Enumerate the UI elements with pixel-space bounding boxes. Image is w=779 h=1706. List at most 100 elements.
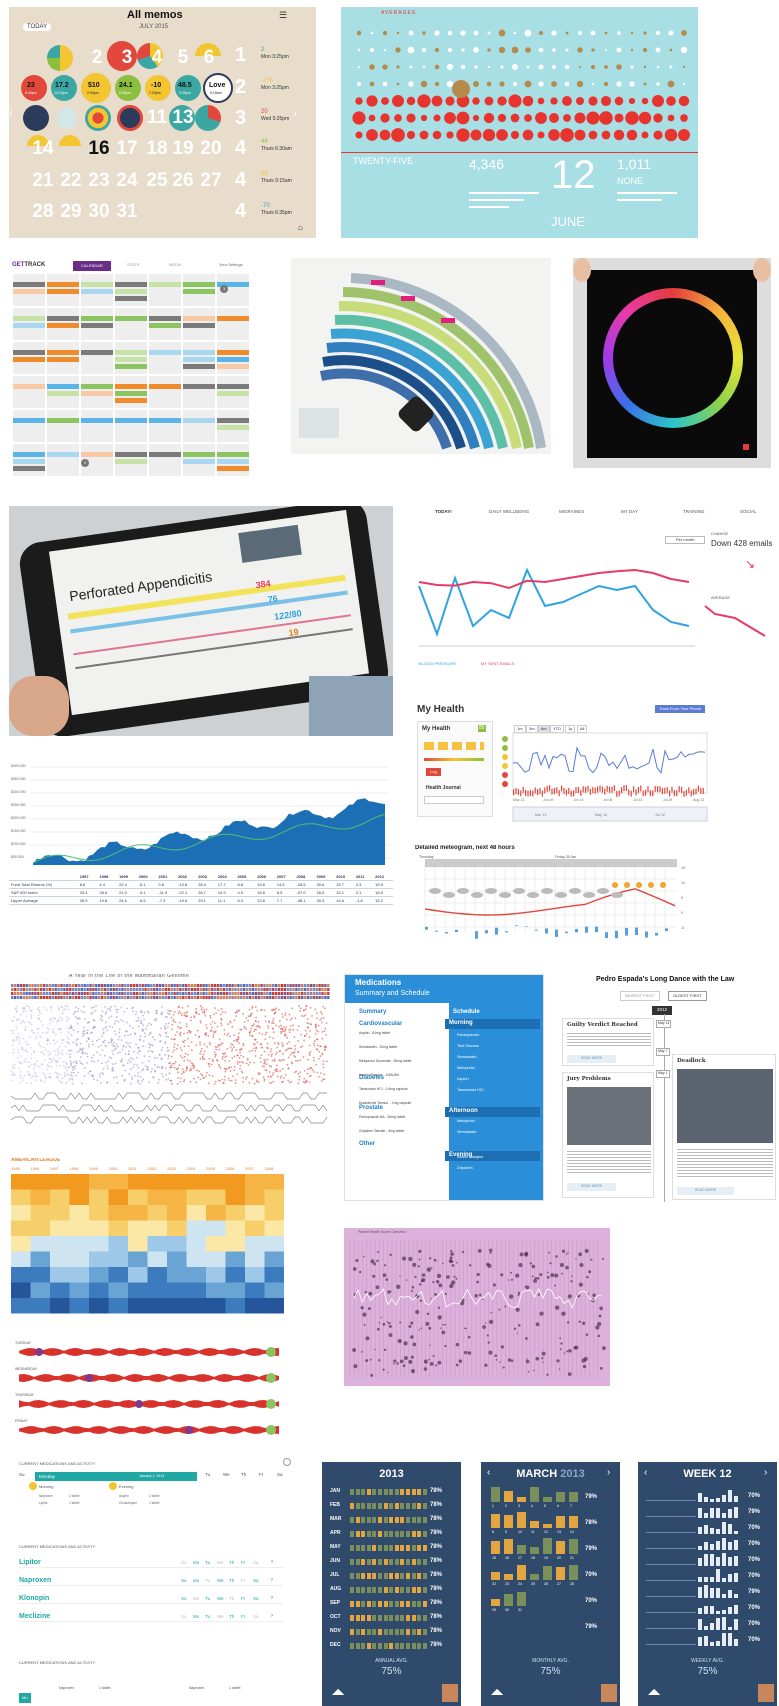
day-toggle[interactable]: Sa <box>253 1596 259 1601</box>
day-number[interactable]: 17 <box>518 1556 522 1560</box>
med-name[interactable]: Meclizine <box>19 1613 50 1620</box>
day-number[interactable]: 22 <box>492 1582 496 1586</box>
home-icon[interactable]: ⌂ <box>298 224 303 232</box>
day-number[interactable]: 26 <box>544 1582 548 1586</box>
day-number[interactable]: 4 <box>531 1504 533 1508</box>
med-name[interactable]: Klonopin <box>19 1595 49 1602</box>
sort-oldest[interactable]: OLDEST FIRST <box>668 991 707 1001</box>
day-number[interactable]: 3 <box>518 1504 520 1508</box>
day-number[interactable]: 10 <box>518 1530 522 1534</box>
day-toggle[interactable]: Mo <box>193 1578 199 1583</box>
share-icon[interactable]: ◢◣ <box>648 1688 660 1696</box>
day-toggle[interactable]: We <box>217 1578 224 1583</box>
day-marker-ring[interactable] <box>117 105 143 131</box>
day-number[interactable]: 18 <box>143 138 171 160</box>
day-number[interactable]: 17 <box>113 138 141 160</box>
sort-newest[interactable]: NEWEST FIRST <box>620 991 660 1001</box>
day-number[interactable]: 12 <box>544 1530 548 1534</box>
day-number[interactable]: 27 <box>557 1582 561 1586</box>
day-number[interactable]: 29 <box>57 201 85 223</box>
day-toggle[interactable]: Sa <box>253 1560 259 1565</box>
day-toggle[interactable]: Th <box>229 1578 234 1583</box>
day-number[interactable]: 2 <box>83 47 111 69</box>
day-toggle[interactable]: Tu <box>205 1560 210 1565</box>
day-number[interactable]: 6 <box>195 47 223 69</box>
day-toggle[interactable]: Sa <box>253 1614 259 1619</box>
day-toggle[interactable]: Su <box>181 1596 187 1601</box>
day-number[interactable]: 6 <box>557 1504 559 1508</box>
day-toggle[interactable]: Tu <box>205 1596 210 1601</box>
day-toggle[interactable]: We <box>217 1596 224 1601</box>
day-toggle[interactable]: Sa <box>253 1578 259 1583</box>
day-number[interactable]: 11 <box>531 1530 535 1534</box>
day-number[interactable]: 14 <box>570 1530 574 1534</box>
day-toggle[interactable]: Tu <box>205 1578 210 1583</box>
day-number[interactable]: 23 <box>85 170 113 192</box>
day-number[interactable]: 18 <box>531 1556 535 1560</box>
share-icon[interactable]: ◢◣ <box>332 1688 344 1696</box>
day-chip[interactable]: Mo <box>19 1693 31 1703</box>
day-toggle[interactable]: Th <box>229 1596 234 1601</box>
day-number[interactable]: 31 <box>518 1608 522 1612</box>
day-number[interactable]: 19 <box>544 1556 548 1560</box>
day-tab[interactable]: Fr <box>259 1472 263 1477</box>
day-number[interactable]: 28 <box>29 201 57 223</box>
day-number[interactable]: 21 <box>29 170 57 192</box>
day-toggle[interactable]: We <box>217 1614 224 1619</box>
read-more-button[interactable]: READ MORE <box>567 1055 617 1063</box>
day-number[interactable]: 25 <box>531 1582 535 1586</box>
day-number[interactable]: 20 <box>557 1556 561 1560</box>
day-number[interactable]: 2 <box>505 1504 507 1508</box>
share-icon[interactable]: ◢◣ <box>491 1688 503 1696</box>
day-number[interactable]: 5 <box>544 1504 546 1508</box>
day-number[interactable]: 20 <box>197 138 225 160</box>
day-number[interactable]: 30 <box>505 1608 509 1612</box>
calendar-prev-icon[interactable]: ‹ <box>9 107 13 119</box>
chevron-right-icon[interactable]: › <box>271 1559 273 1565</box>
med-name[interactable]: Lipitor <box>19 1559 41 1566</box>
day-toggle[interactable]: Mo <box>193 1596 199 1601</box>
day-tab[interactable]: Su <box>19 1472 25 1477</box>
avatar[interactable] <box>442 1684 458 1702</box>
story-photo[interactable] <box>677 1069 773 1143</box>
day-number[interactable]: 15 <box>492 1556 496 1560</box>
med-name[interactable]: Naproxen <box>19 1577 51 1584</box>
day-number[interactable]: 25 <box>143 170 171 192</box>
day-number[interactable]: 28 <box>570 1582 574 1586</box>
read-more-button[interactable]: READ MORE <box>677 1187 735 1195</box>
day-toggle[interactable]: Fr <box>241 1560 245 1565</box>
day-number[interactable]: 29 <box>492 1608 496 1612</box>
story-photo[interactable] <box>567 1087 651 1145</box>
day-toggle[interactable]: Su <box>181 1560 187 1565</box>
calendar-next-icon[interactable]: › <box>293 107 297 119</box>
avatar[interactable] <box>758 1684 774 1702</box>
day-number[interactable]: 31 <box>113 201 141 223</box>
day-marker-yellow-half[interactable] <box>59 135 81 157</box>
day-number[interactable]: 9 <box>505 1530 507 1534</box>
day-marker-yellow[interactable] <box>47 45 73 71</box>
day-toggle[interactable]: We <box>217 1560 224 1565</box>
avatar[interactable] <box>601 1684 617 1702</box>
day-marker-drop[interactable] <box>57 107 77 129</box>
chevron-right-icon[interactable]: › <box>271 1577 273 1583</box>
read-more-button[interactable]: READ MORE <box>567 1183 617 1191</box>
toggle-icon[interactable] <box>283 1458 291 1466</box>
day-marker-navy[interactable] <box>23 105 49 131</box>
day-number[interactable]: 22 <box>57 170 85 192</box>
day-number[interactable]: 8 <box>492 1530 494 1534</box>
day-number[interactable]: 13 <box>557 1530 561 1534</box>
day-number[interactable]: 30 <box>85 201 113 223</box>
day-number[interactable]: 7 <box>570 1504 572 1508</box>
day-number[interactable]: 21 <box>570 1556 574 1560</box>
day-number[interactable]: 23 <box>505 1582 509 1586</box>
day-selected[interactable]: Monday <box>35 1472 197 1481</box>
day-number[interactable]: 11 <box>143 107 171 129</box>
chevron-right-icon[interactable]: › <box>271 1613 273 1619</box>
day-toggle[interactable]: Su <box>181 1578 187 1583</box>
video-thumbnail[interactable] <box>238 524 302 563</box>
day-toggle[interactable]: Mo <box>193 1560 199 1565</box>
day-number-selected[interactable]: 16 <box>85 138 113 160</box>
day-marker-teal[interactable] <box>195 105 221 131</box>
day-number[interactable]: 1 <box>492 1504 494 1508</box>
day-number[interactable]: 19 <box>169 138 197 160</box>
